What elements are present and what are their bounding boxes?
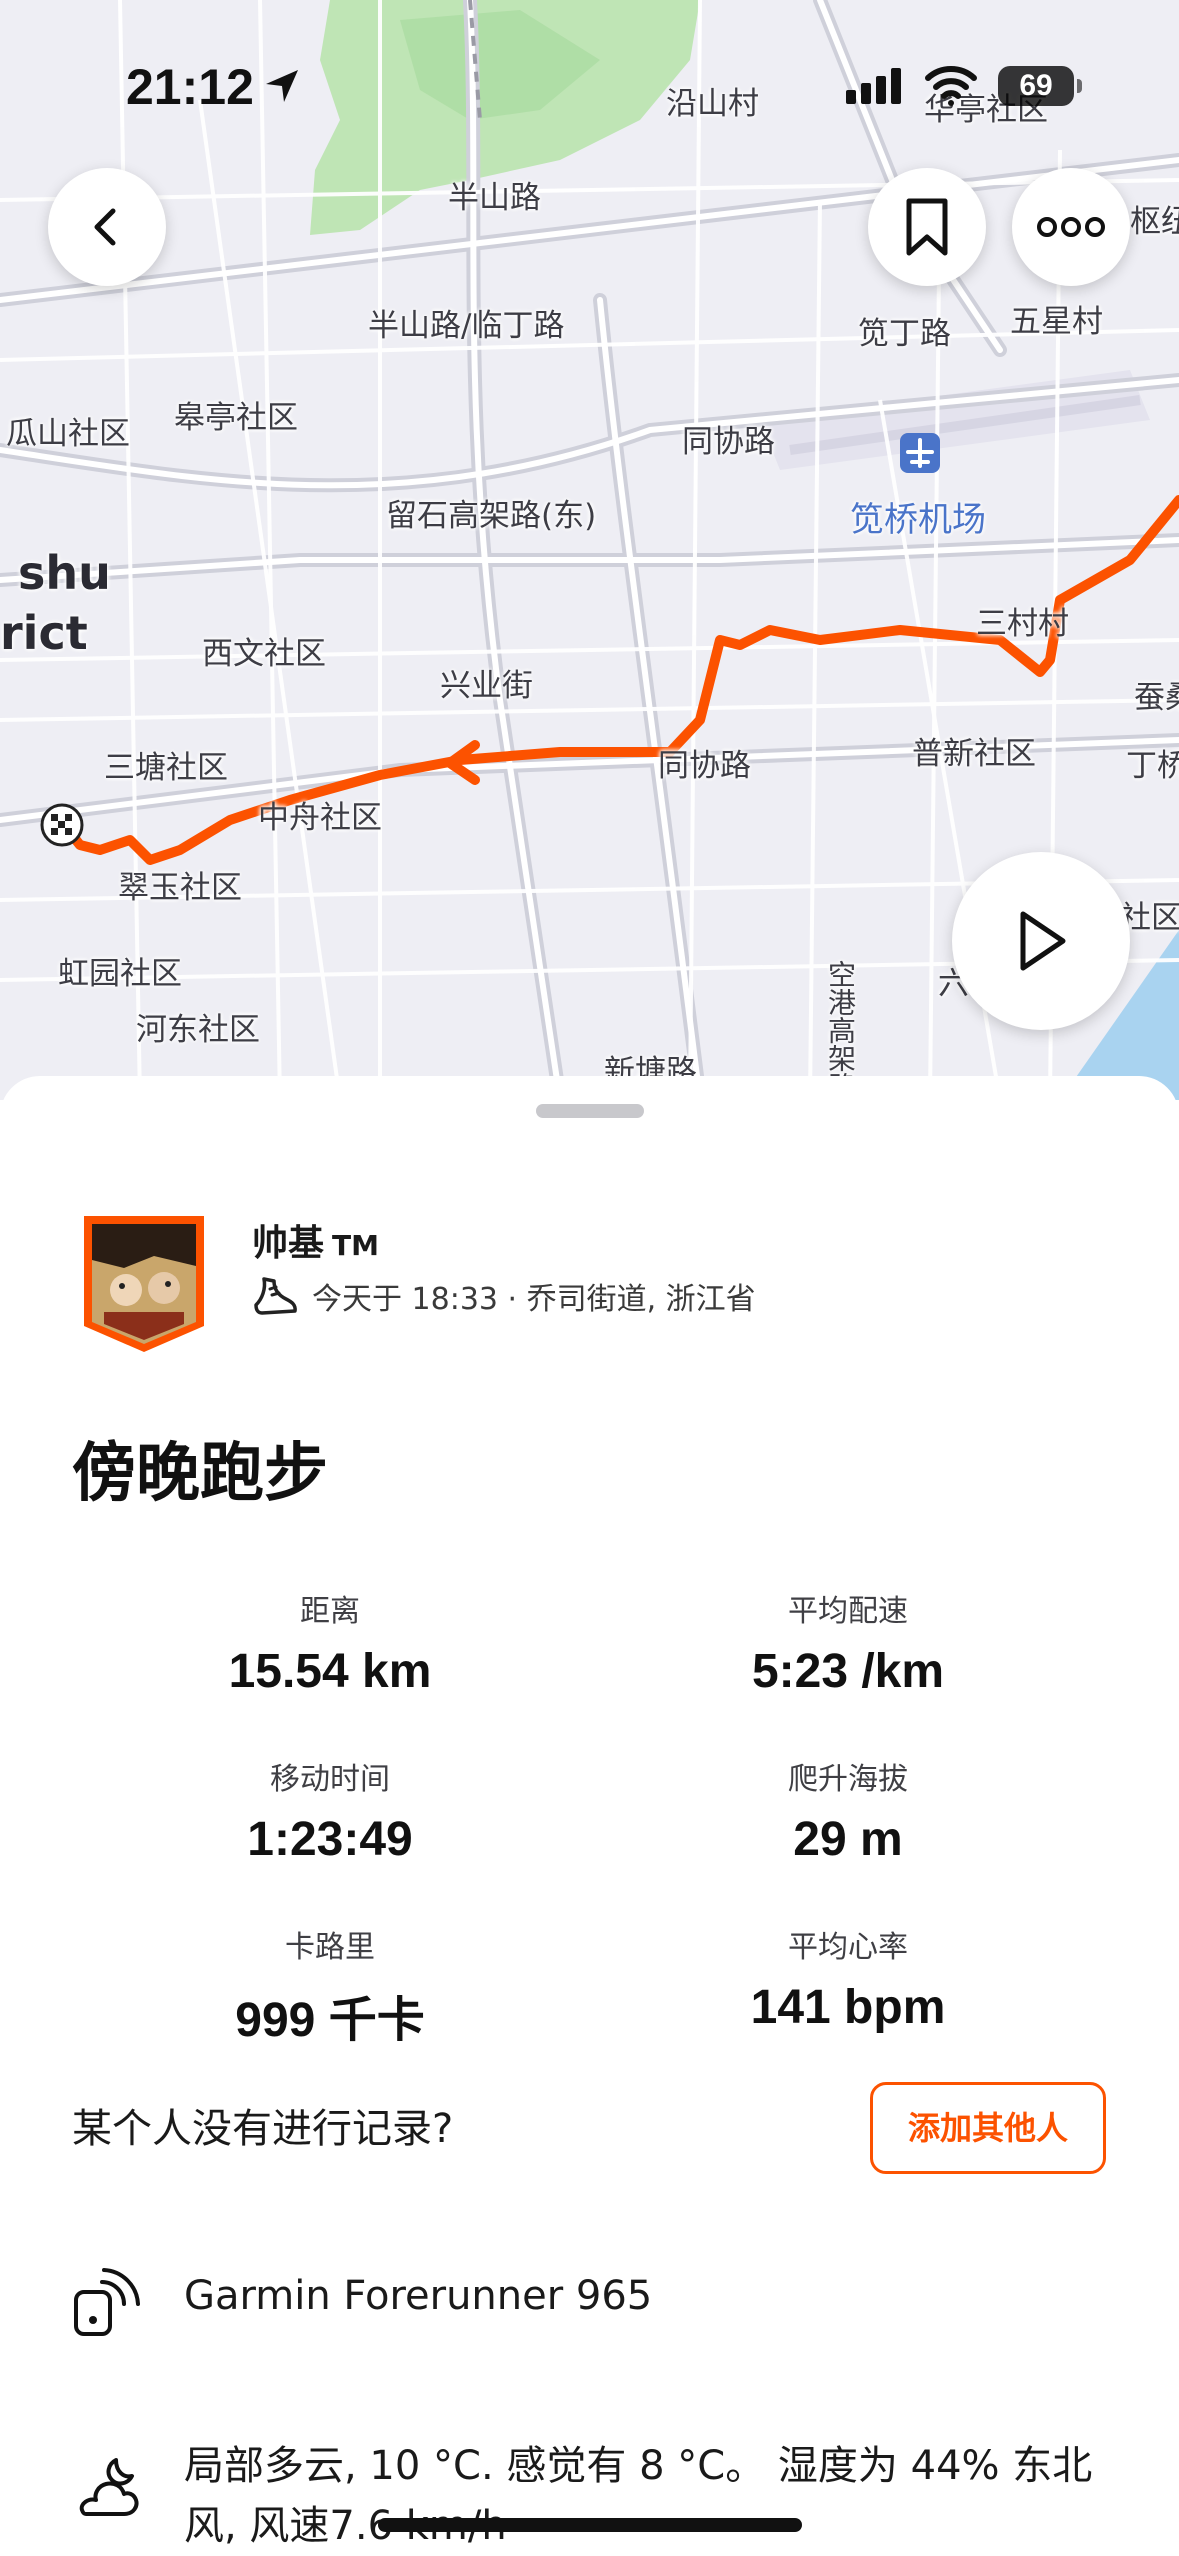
tm-mark: TM <box>332 1229 379 1262</box>
activity-meta-text: 今天于 18:33 · 乔司街道, 浙江省 <box>312 1282 756 1317</box>
activity-title: 傍晚跑步 <box>72 1437 328 1511</box>
add-others-button[interactable]: 添加其他人 <box>870 2082 1106 2174</box>
map-label: 同协路 <box>682 424 775 460</box>
play-button[interactable] <box>952 852 1130 1030</box>
back-button[interactable] <box>48 168 166 286</box>
map-label: 兴业街 <box>440 668 533 704</box>
stat-label: 爬升海拔 <box>788 1762 908 1797</box>
route-map[interactable]: 沿山村 华亭社区 半山路 半山路/临丁路 笕丁路 五星村 枢纽 皋亭社区 瓜山社… <box>0 0 1179 1100</box>
map-label: 笕丁路 <box>858 316 951 352</box>
stat-distance: 距离 15.54 km <box>120 1586 540 1699</box>
status-bar: 21:12 69 <box>0 52 1179 122</box>
athlete-name[interactable]: 帅基 TM <box>252 1214 379 1266</box>
map-label: 普新社区 <box>912 736 1036 772</box>
battery-icon: 69 <box>998 66 1082 106</box>
status-time: 21:12 <box>126 59 254 115</box>
avatar[interactable] <box>84 1216 204 1352</box>
map-label: 蚕桑 <box>1134 680 1179 716</box>
activity-meta: 今天于 18:33 · 乔司街道, 浙江省 <box>252 1274 756 1318</box>
signal-icon <box>846 68 904 108</box>
stat-avg-heart-rate: 平均心率 141 bpm <box>638 1922 1058 2035</box>
map-label: 同协路 <box>658 748 751 784</box>
map-label: 丁桥 <box>1126 748 1179 784</box>
map-label: 瓜山社区 <box>6 416 130 452</box>
bookmark-button[interactable] <box>868 168 986 286</box>
more-button[interactable] <box>1012 168 1130 286</box>
shoe-icon <box>254 1277 297 1315</box>
map-label: 半山路/临丁路 <box>368 308 565 344</box>
weather-row: 局部多云, 10 °C. 感觉有 8 °C。 湿度为 44% 东北风, 风速7.… <box>72 2436 1144 2556</box>
athlete-name-text: 帅基 <box>252 1223 325 1264</box>
device-name: Garmin Forerunner 965 <box>184 2273 653 2319</box>
bookmark-icon <box>906 198 948 256</box>
stat-value: 999 千卡 <box>235 1994 425 2047</box>
stat-moving-time: 移动时间 1:23:49 <box>120 1754 540 1867</box>
device-icon <box>74 2268 140 2336</box>
cloud-moon-icon <box>79 2458 139 2516</box>
stat-label: 移动时间 <box>270 1762 390 1797</box>
stat-calories: 卡路里 999 千卡 <box>120 1922 540 2050</box>
weather-text: 局部多云, 10 °C. 感觉有 8 °C。 湿度为 44% 东北风, 风速7.… <box>184 2443 1093 2549</box>
stat-avg-pace: 平均配速 5:23 /km <box>638 1586 1058 1699</box>
stat-value: 141 bpm <box>750 1981 946 2034</box>
map-label: 虹园社区 <box>58 956 182 992</box>
stat-label: 卡路里 <box>285 1930 375 1965</box>
map-label: 笕桥机场 <box>850 500 986 540</box>
map-label: 西文社区 <box>202 636 326 672</box>
map-label: 中舟社区 <box>258 800 382 836</box>
stat-value: 15.54 km <box>228 1645 432 1698</box>
wifi-icon <box>924 64 978 110</box>
stat-value: 29 m <box>793 1813 903 1866</box>
stat-label: 平均配速 <box>788 1594 908 1629</box>
sheet-handle[interactable] <box>536 1104 644 1118</box>
map-label: 皋亭社区 <box>174 400 298 436</box>
device-row[interactable]: Garmin Forerunner 965 <box>72 2266 652 2338</box>
missing-record-prompt: 某个人没有进行记录? <box>72 2106 454 2152</box>
stat-label: 距离 <box>300 1594 360 1629</box>
map-label: 半山路 <box>448 180 541 216</box>
stat-elevation-gain: 爬升海拔 29 m <box>638 1754 1058 1867</box>
map-label: 五星村 <box>1010 304 1103 340</box>
map-label: rict <box>0 606 88 660</box>
home-indicator[interactable] <box>378 2518 802 2532</box>
play-icon <box>1020 911 1066 971</box>
more-icon <box>1037 217 1105 237</box>
activity-sheet: 帅基 TM 今天于 18:33 · 乔司街道, 浙江省 傍晚跑步 距离 15.54… <box>0 1076 1179 2556</box>
map-label: 三塘社区 <box>104 750 228 786</box>
chevron-left-icon <box>94 208 116 246</box>
map-label: shu <box>18 546 111 600</box>
map-label: 三村村 <box>976 606 1069 642</box>
stat-value: 1:23:49 <box>247 1813 413 1866</box>
stat-value: 5:23 /km <box>751 1645 945 1698</box>
location-arrow-icon <box>262 66 302 110</box>
map-label: 河东社区 <box>136 1012 260 1048</box>
map-label: 留石高架路(东) <box>386 498 597 534</box>
map-label: 翠玉社区 <box>118 870 242 906</box>
map-label: 枢纽 <box>1130 204 1179 240</box>
stat-label: 平均心率 <box>788 1930 908 1965</box>
